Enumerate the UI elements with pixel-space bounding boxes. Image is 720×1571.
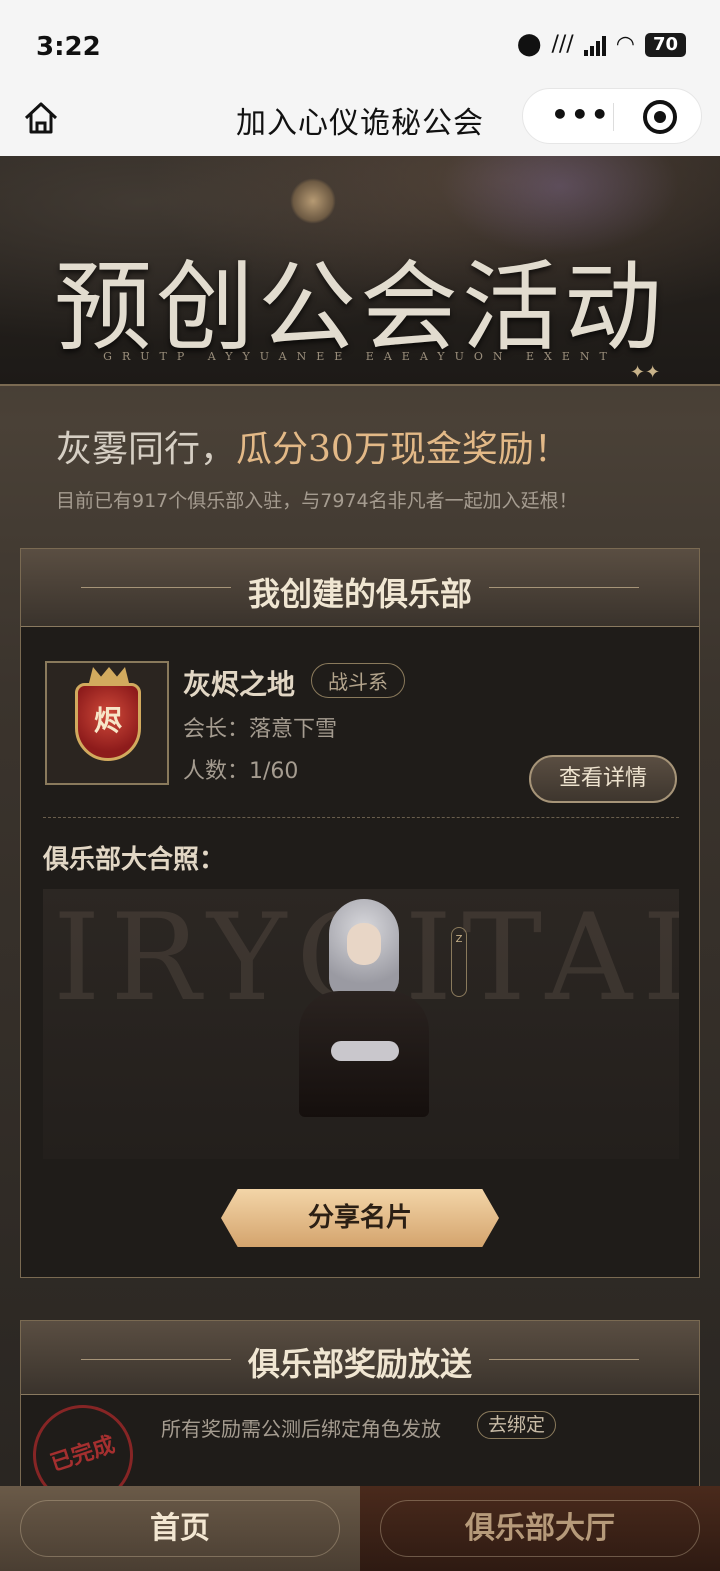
leader-name: 落意下雪	[249, 717, 338, 742]
my-club-header: 我创建的俱乐部	[21, 549, 699, 627]
club-leader: 会长：落意下雪	[183, 711, 337, 743]
banner-title: 预创公会活动	[53, 251, 666, 365]
close-miniprogram-icon[interactable]	[643, 100, 677, 134]
rewards-header: 俱乐部奖励放送	[21, 1321, 699, 1395]
view-details-button[interactable]: 查看详情	[529, 755, 677, 803]
headline: 灰雾同行，瓜分30万现金奖励！	[56, 420, 570, 472]
group-photo-label: 俱乐部大合照：	[43, 845, 226, 875]
capsule-divider	[613, 103, 614, 131]
character-hands	[331, 1041, 399, 1061]
club-emblem-frame: 烬	[45, 661, 169, 785]
rose-decoration	[290, 178, 336, 224]
club-type-badge: 战斗系	[311, 663, 405, 698]
my-club-title: 我创建的俱乐部	[247, 575, 472, 613]
sparkle-icon: ✦✦	[630, 362, 661, 383]
club-emblem: 烬	[75, 683, 141, 761]
share-card-button[interactable]: 分享名片	[221, 1189, 499, 1247]
status-time: 3:22	[36, 32, 101, 62]
group-photo: IRYOITAII Z	[43, 889, 679, 1159]
page-content[interactable]: 预创公会活动 GRUTP AYYUANEE EAEAYUON EXENT ✦✦ …	[0, 156, 720, 1486]
header-decoration	[489, 587, 639, 588]
status-icons: ⬤ /// ◠ 70	[517, 32, 686, 58]
tab-home[interactable]: 首页	[0, 1486, 360, 1571]
crown-icon	[89, 667, 129, 683]
activity-banner: 预创公会活动 GRUTP AYYUANEE EAEAYUON EXENT ✦✦	[0, 156, 720, 386]
club-member-count: 人数：1/60	[183, 753, 298, 785]
battery-icon: 70	[644, 33, 686, 57]
status-bar: 3:22 ⬤ /// ◠ 70	[0, 0, 720, 88]
completed-stamp: 已完成	[19, 1391, 147, 1486]
rewards-title: 俱乐部奖励放送	[247, 1345, 472, 1383]
cellular-5g-icon	[583, 34, 606, 56]
leader-label: 会长：	[183, 717, 250, 742]
stats-line: 目前已有917个俱乐部入驻，与7974名非凡者一起加入廷根！	[56, 490, 578, 512]
my-club-panel: 我创建的俱乐部 烬 灰烬之地 战斗系 会长：落意下雪 人数：1/60 查看详情 …	[20, 548, 700, 1278]
count-label: 人数：	[183, 759, 250, 784]
bind-button[interactable]: 去绑定	[477, 1411, 557, 1439]
location-icon: ⬤	[516, 32, 542, 57]
character-badge: Z	[451, 927, 467, 997]
mini-program-capsule: •••	[522, 88, 702, 144]
more-menu-button[interactable]: •••	[551, 101, 611, 129]
headline-accent: 瓜分30万现金奖励！	[236, 429, 570, 470]
header-decoration	[489, 1359, 639, 1360]
tab-club-hall[interactable]: 俱乐部大厅	[360, 1486, 720, 1571]
rewards-panel: 俱乐部奖励放送 已完成 所有奖励需公测后绑定角色发放 去绑定	[19, 1320, 700, 1486]
banner-subtitle: GRUTP AYYUANEE EAEAYUON EXENT	[103, 350, 617, 363]
wifi-icon: ◠	[615, 32, 635, 57]
signal-strength-icon: ///	[551, 32, 574, 57]
club-card: 烬 灰烬之地 战斗系 会长：落意下雪 人数：1/60 查看详情	[21, 649, 699, 809]
character-face	[347, 923, 381, 965]
bottom-tab-bar: 首页 俱乐部大厅	[0, 1486, 720, 1571]
headline-prefix: 灰雾同行，	[56, 429, 237, 470]
divider	[43, 817, 679, 818]
nav-bar: 加入心仪诡秘公会 •••	[0, 88, 720, 156]
club-name: 灰烬之地	[183, 668, 296, 701]
character-portrait: Z	[289, 899, 467, 1117]
reward-note: 所有奖励需公测后绑定角色发放	[161, 1417, 441, 1441]
count-value: 1/60	[249, 759, 299, 784]
